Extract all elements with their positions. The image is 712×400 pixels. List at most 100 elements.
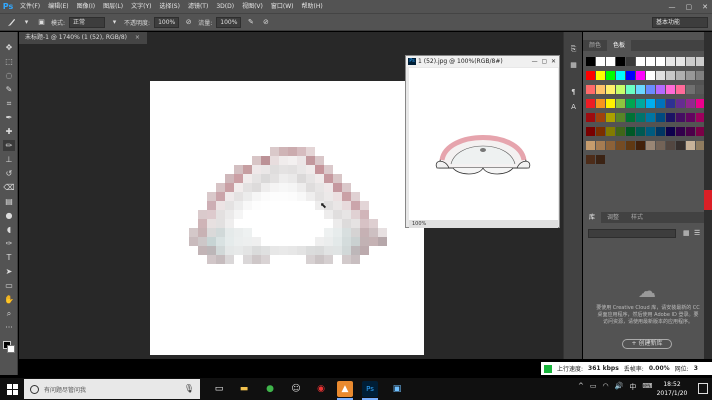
keyboard-icon[interactable]: ⌨	[642, 382, 652, 392]
pressure-opacity-icon[interactable]: ⊘	[183, 17, 194, 28]
wifi-icon[interactable]: ◠	[603, 382, 609, 392]
color-swatch[interactable]	[646, 57, 655, 66]
blur-tool-icon[interactable]: ●	[3, 210, 15, 221]
history-panel-icon[interactable]: ⎘	[568, 44, 579, 54]
color-swatch[interactable]	[606, 127, 615, 136]
color-swatch[interactable]	[666, 127, 675, 136]
color-swatch[interactable]	[616, 57, 625, 66]
menu-3d[interactable]: 3D(D)	[212, 0, 238, 13]
color-swatch[interactable]	[616, 99, 625, 108]
input-method-icon[interactable]: 中	[629, 382, 636, 392]
opacity-field[interactable]: 100%	[154, 16, 180, 28]
brush-preset-picker-icon[interactable]: ▾	[21, 17, 32, 28]
close-button[interactable]: ✕	[702, 3, 708, 11]
wechat-icon[interactable]: ●	[262, 381, 278, 397]
color-swatch[interactable]	[646, 99, 655, 108]
menu-layer[interactable]: 图层(L)	[99, 0, 127, 13]
brush-tool-icon-active[interactable]: ✏	[3, 140, 15, 151]
color-swatch[interactable]	[636, 113, 645, 122]
color-swatch[interactable]	[686, 113, 695, 122]
color-swatch[interactable]	[586, 57, 595, 66]
color-swatch[interactable]	[596, 85, 605, 94]
netease-music-icon[interactable]: ◉	[313, 381, 329, 397]
menu-file[interactable]: 文件(F)	[16, 0, 44, 13]
airbrush-icon[interactable]: ✎	[245, 17, 256, 28]
color-swatch[interactable]	[596, 99, 605, 108]
tab-swatches[interactable]: 色板	[607, 40, 632, 51]
brush-settings-icon[interactable]: ▣	[36, 17, 47, 28]
color-swatch[interactable]	[596, 155, 605, 164]
color-swatch[interactable]	[646, 71, 655, 80]
color-swatch[interactable]	[656, 71, 665, 80]
color-swatch[interactable]	[586, 85, 595, 94]
eraser-tool-icon[interactable]: ⌫	[3, 182, 15, 193]
color-swatch[interactable]	[636, 85, 645, 94]
color-swatch[interactable]	[586, 113, 595, 122]
path-select-tool-icon[interactable]: ➤	[3, 266, 15, 277]
brush-tool-icon[interactable]	[6, 17, 17, 28]
menu-type[interactable]: 文字(Y)	[127, 0, 155, 13]
document-tab[interactable]: 未标题-1 @ 1740% (1 (52), RGB/8) ×	[19, 32, 147, 44]
tab-color[interactable]: 颜色	[583, 40, 607, 51]
color-swatch[interactable]	[626, 113, 635, 122]
dodge-tool-icon[interactable]: ◖	[3, 224, 15, 235]
color-swatch[interactable]	[626, 57, 635, 66]
color-swatch[interactable]	[616, 127, 625, 136]
color-swatch[interactable]	[606, 141, 615, 150]
color-swatch[interactable]	[606, 71, 615, 80]
notification-center-icon[interactable]	[698, 383, 708, 394]
lasso-tool-icon[interactable]: ◌	[3, 70, 15, 81]
tab-styles[interactable]: 样式	[625, 212, 649, 223]
color-swatch[interactable]	[606, 99, 615, 108]
library-select[interactable]	[588, 229, 676, 238]
color-swatch[interactable]	[586, 127, 595, 136]
eyedropper-tool-icon[interactable]: ✒	[3, 112, 15, 123]
color-swatch[interactable]	[666, 85, 675, 94]
menu-image[interactable]: 图像(I)	[73, 0, 99, 13]
color-swatch[interactable]	[616, 85, 625, 94]
tab-libraries[interactable]: 库	[583, 212, 602, 223]
canvas[interactable]: ⬉	[150, 81, 424, 355]
color-swatch[interactable]	[616, 71, 625, 80]
menu-edit[interactable]: 编辑(E)	[44, 0, 72, 13]
color-swatch[interactable]	[606, 113, 615, 122]
color-swatch[interactable]	[596, 57, 605, 66]
preview-canvas[interactable]	[409, 68, 558, 224]
preview-minimize-button[interactable]: —	[532, 58, 538, 65]
clone-stamp-tool-icon[interactable]: ⊥	[3, 154, 15, 165]
color-swatch[interactable]	[646, 113, 655, 122]
healing-brush-tool-icon[interactable]: ✚	[3, 126, 15, 137]
color-swatch[interactable]	[676, 57, 685, 66]
photo-app-icon[interactable]: ▲	[337, 381, 353, 400]
color-swatch[interactable]	[676, 127, 685, 136]
zoom-tool-icon[interactable]: ⌕	[3, 308, 15, 319]
task-view-icon[interactable]: ▭	[211, 381, 227, 397]
history-brush-tool-icon[interactable]: ↺	[3, 168, 15, 179]
color-swatch[interactable]	[596, 141, 605, 150]
more-tools-icon[interactable]: ···	[3, 322, 15, 333]
color-swatch[interactable]	[626, 127, 635, 136]
color-swatch[interactable]	[646, 141, 655, 150]
color-swatch[interactable]	[636, 57, 645, 66]
menu-filter[interactable]: 滤镜(T)	[184, 0, 212, 13]
color-swatch[interactable]	[636, 141, 645, 150]
color-swatch[interactable]	[596, 127, 605, 136]
workspace-select[interactable]: 基本功能	[652, 17, 708, 28]
create-library-button[interactable]: + 创建新库	[622, 339, 672, 349]
mode-select[interactable]: 正常	[69, 16, 106, 28]
taskbar-clock[interactable]: 18:52 2017/1/20	[652, 380, 692, 398]
maximize-button[interactable]: ▢	[686, 3, 693, 11]
gradient-tool-icon[interactable]: ▤	[3, 196, 15, 207]
color-swatch[interactable]	[626, 141, 635, 150]
minimize-button[interactable]: —	[669, 3, 676, 11]
move-tool-icon[interactable]: ✥	[3, 42, 15, 53]
menu-help[interactable]: 帮助(H)	[298, 0, 327, 13]
color-swatch[interactable]	[606, 57, 615, 66]
network-icon[interactable]: ▭	[590, 382, 597, 392]
marquee-tool-icon[interactable]: ⬚	[3, 56, 15, 67]
color-swatch[interactable]	[686, 99, 695, 108]
color-swatch[interactable]	[666, 141, 675, 150]
color-swatch[interactable]	[596, 71, 605, 80]
color-swatch[interactable]	[646, 127, 655, 136]
color-swatch[interactable]	[676, 71, 685, 80]
